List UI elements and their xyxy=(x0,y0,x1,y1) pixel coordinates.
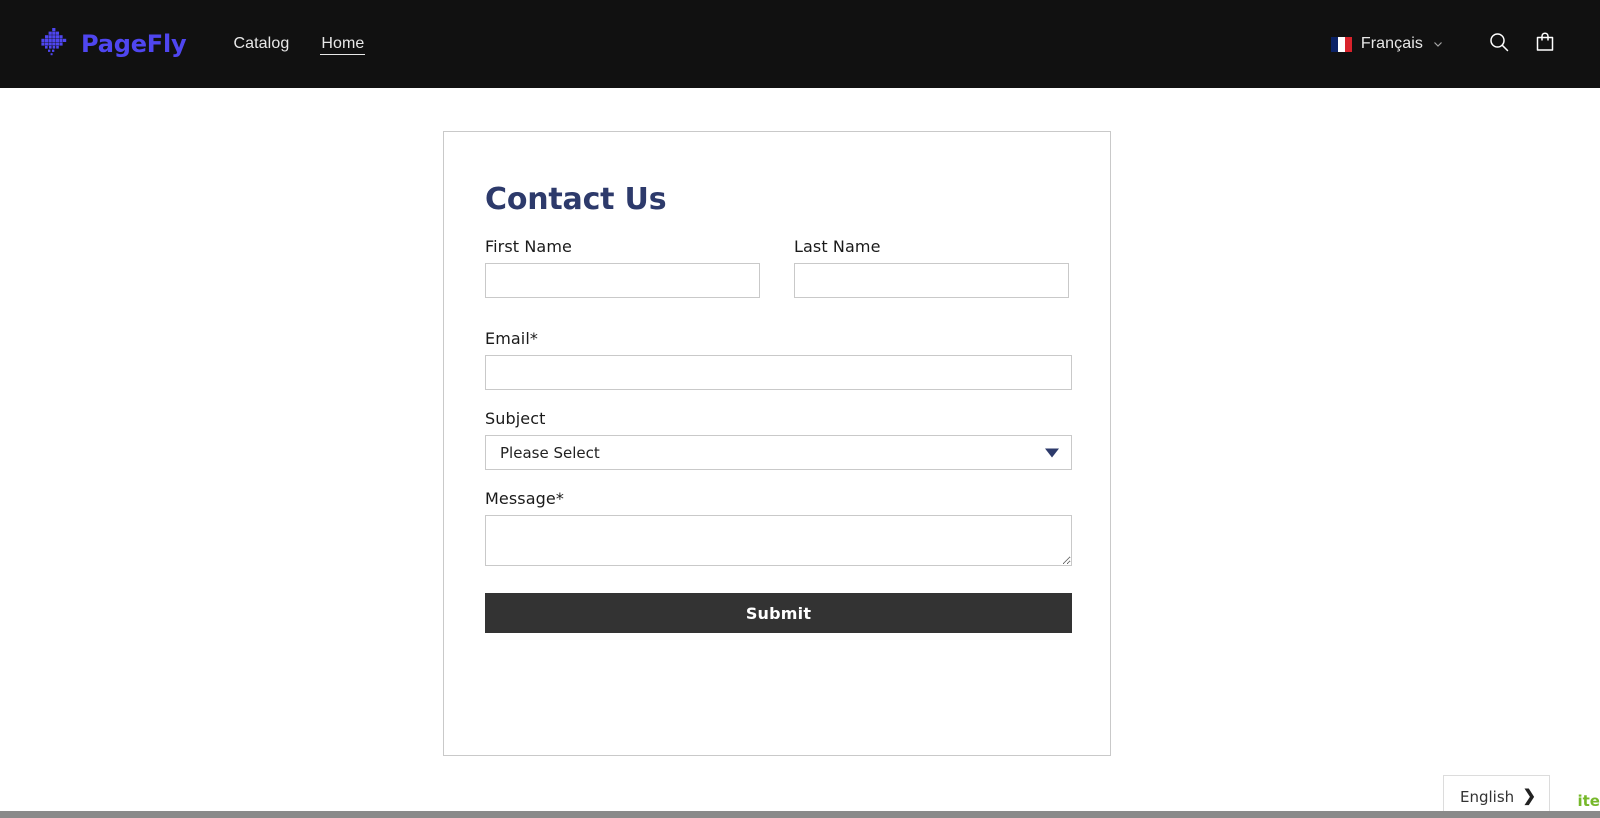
search-icon xyxy=(1487,30,1511,59)
header-language-switcher[interactable]: Français xyxy=(1323,29,1454,59)
submit-button[interactable]: Submit xyxy=(485,593,1072,633)
page-title: Contact Us xyxy=(485,182,667,217)
brand-logo-link[interactable]: PageFly xyxy=(36,26,187,62)
chevron-down-icon xyxy=(1432,38,1444,50)
last-name-input[interactable] xyxy=(794,263,1069,298)
header-language-label: Français xyxy=(1360,35,1423,52)
contact-form-card: Contact Us First Name Last Name Email* S… xyxy=(443,131,1111,756)
email-field-group: Email* xyxy=(485,329,1072,390)
header-actions: Français xyxy=(1323,21,1568,67)
first-name-field-group: First Name xyxy=(485,237,760,298)
nav-item-catalog[interactable]: Catalog xyxy=(232,33,290,55)
message-field-group: Message* xyxy=(485,489,1072,566)
email-label: Email* xyxy=(485,329,538,348)
brand-name: PageFly xyxy=(81,30,187,58)
shopping-bag-icon xyxy=(1533,30,1557,59)
submit-row: Submit xyxy=(485,593,1072,633)
site-translate-badge: ite xyxy=(1577,792,1600,810)
first-name-input[interactable] xyxy=(485,263,760,298)
subject-selected-value: Please Select xyxy=(500,443,600,462)
nav-item-home[interactable]: Home xyxy=(320,33,366,55)
email-input[interactable] xyxy=(485,355,1072,390)
last-name-label: Last Name xyxy=(794,237,881,256)
message-label: Message* xyxy=(485,489,564,508)
cart-button[interactable] xyxy=(1522,21,1568,67)
pagefly-diamond-logo-icon xyxy=(36,26,72,62)
french-flag-icon xyxy=(1330,36,1352,52)
last-name-field-group: Last Name xyxy=(794,237,1069,298)
subject-field-group: Subject Please Select xyxy=(485,409,1072,470)
search-button[interactable] xyxy=(1476,21,1522,67)
name-field-row: First Name Last Name xyxy=(485,237,1069,317)
horizontal-scrollbar[interactable] xyxy=(0,811,1600,818)
subject-select[interactable]: Please Select xyxy=(485,435,1072,470)
message-textarea[interactable] xyxy=(485,515,1072,566)
page-body: Contact Us First Name Last Name Email* S… xyxy=(0,88,1600,818)
site-header: PageFly Catalog Home Français xyxy=(0,0,1600,88)
first-name-label: First Name xyxy=(485,237,572,256)
footer-language-label: English xyxy=(1460,788,1515,806)
main-nav: Catalog Home xyxy=(232,33,366,55)
chevron-right-icon: ❯ xyxy=(1522,788,1536,805)
subject-label: Subject xyxy=(485,409,546,428)
